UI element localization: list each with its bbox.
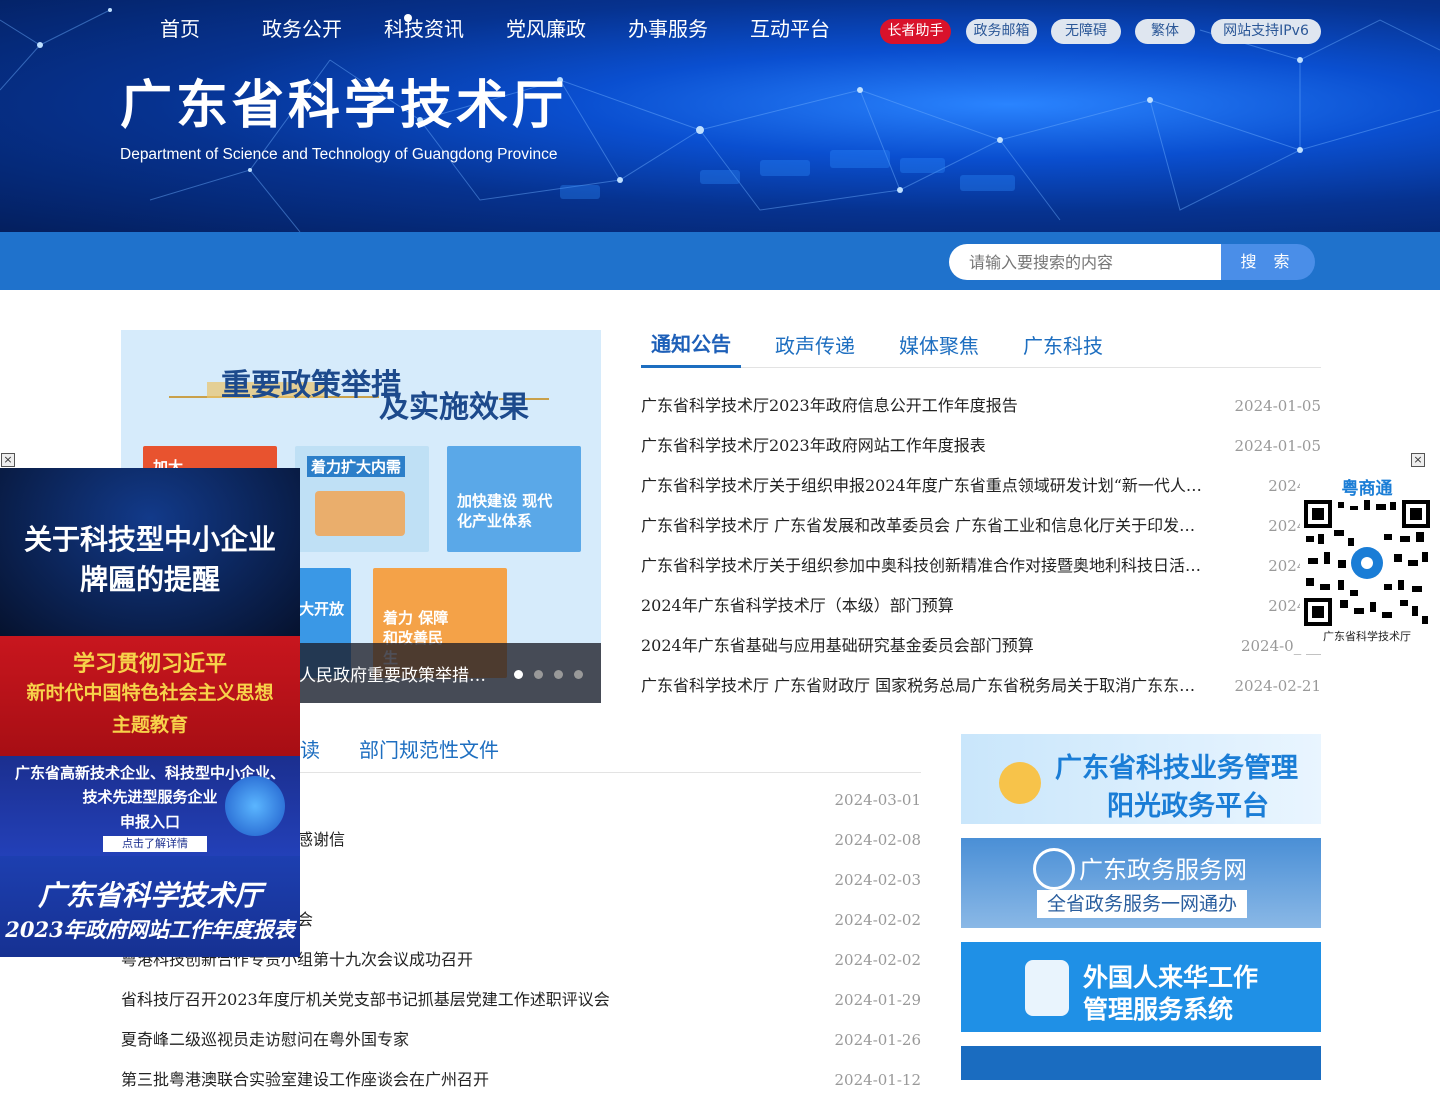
policy-card[interactable]: 着力扩大内需 [295,446,429,552]
floating-ad-column: 关于科技型中小企业 牌匾的提醒 学习贯彻习近平 新时代中国特色社会主义思想 主题… [0,468,300,957]
slide-title: 及实施效果 [379,390,529,425]
site-title: 广东省科学技术厅 [120,76,569,136]
notice-row[interactable]: 广东省科学技术厅2023年政府信息公开工作年度报告 2024-01-05 [641,386,1321,426]
tab-gd-tech[interactable]: 广东科技 [1023,330,1103,359]
list-item-date: 2024-02-02 [834,911,921,929]
nav-item-home[interactable]: 首页 [160,0,200,58]
list-item-title[interactable]: 省科技厅召开2023年度厅机关党支部书记抓基层党建工作述职评议会 [121,980,811,1020]
list-item-date: 2024-01-05 [1234,397,1321,415]
carousel-dot[interactable] [554,670,563,679]
news-row[interactable]: 第三批粤港澳联合实验室建设工作座谈会在广州召开 2024-01-12 [121,1060,921,1100]
banner-gd-gov-service[interactable]: 广东政务服务网 全省政务服务一网通办 [961,838,1321,928]
list-item-date: 2024-02-08 [834,831,921,849]
close-icon[interactable]: × [1411,453,1425,467]
list-item-date: 2024-01-12 [834,1071,921,1089]
notice-row[interactable]: 广东省科学技术厅 广东省发展和改革委员会 广东省工业和信息化厅关于印发… 2024… [641,506,1321,546]
close-icon[interactable]: × [1,453,15,467]
notice-row[interactable]: 广东省科学技术厅2023年政府网站工作年度报表 2024-01-05 [641,426,1321,466]
banner-sunshine-platform[interactable]: 广东省科技业务管理 阳光政务平台 [961,734,1321,824]
ad-theme-education[interactable]: 学习贯彻习近平 新时代中国特色社会主义思想 主题教育 [0,636,300,756]
ad-sme-plaque-reminder[interactable]: 关于科技型中小企业 牌匾的提醒 [0,468,300,636]
notice-row[interactable]: 广东省科学技术厅 广东省财政厅 国家税务总局广东省税务局关于取消广东东… 2024… [641,666,1321,706]
search-button[interactable]: 搜 索 [1221,244,1315,280]
nav-item-party-conduct[interactable]: 党风廉政 [506,0,586,58]
list-item-title[interactable]: 广东省科学技术厅 广东省财政厅 国家税务总局广东省税务局关于取消广东东… [641,666,1211,706]
list-item-title[interactable]: 第三批粤港澳联合实验室建设工作座谈会在广州召开 [121,1060,811,1100]
nav-item-services[interactable]: 办事服务 [628,0,708,58]
list-item-title[interactable]: 广东省科学技术厅关于组织参加中奥科技创新精准合作对接暨奥地利科技日活… [641,546,1211,586]
banner-foreigner-work[interactable]: 外国人来华工作 管理服务系统 [961,942,1321,1032]
tab-gov-voice[interactable]: 政声传递 [775,330,855,359]
tab-normative-documents[interactable]: 部门规范性文件 [359,734,499,763]
slide-title: 重要政策举措 [221,368,401,403]
tab-divider [641,367,1321,368]
notice-row[interactable]: 广东省科学技术厅关于组织参加中奥科技创新精准合作对接暨奥地利科技日活… 2024-… [641,546,1321,586]
notice-row[interactable]: 广东省科学技术厅关于组织申报2024年度广东省重点领域研发计划“新一代人… 202… [641,466,1321,506]
tab-interpretation[interactable]: 读 [300,734,320,763]
list-item-date: 2024-01-05 [1234,437,1321,455]
qr-label: 广东省科学技术厅 [1323,630,1411,643]
nav-item-gov-affairs[interactable]: 政务公开 [262,0,342,58]
sunshine-icon [999,762,1041,804]
ad-hightech-application[interactable]: 广东省高新技术企业、科技型中小企业、 技术先进型服务企业 申报入口 点击了解详情 [0,756,300,856]
accessibility-button[interactable]: 无障碍 [1051,19,1121,44]
carousel-dot[interactable] [574,670,583,679]
carousel-dot[interactable] [514,670,523,679]
list-item-title[interactable]: 广东省科学技术厅2023年政府网站工作年度报表 [641,426,1211,466]
nav-item-interaction[interactable]: 互动平台 [750,0,830,58]
traditional-chinese-button[interactable]: 繁体 [1135,19,1195,44]
news-row[interactable]: 省科技厅召开2023年度厅机关党支部书记抓基层党建工作述职评议会 2024-01-… [121,980,921,1020]
carousel-caption[interactable]: 人民政府重要政策举措… [299,661,486,686]
qr-widget: 粤商通 广东省科学技术厅 [1300,474,1434,648]
tab-notices[interactable]: 通知公告 [651,328,731,357]
list-item-title[interactable]: 夏奇峰二级巡视员走访慰问在粤外国专家 [121,1020,811,1060]
notice-row[interactable]: 2024年广东省基础与应用基础研究基金委员会部门预算 2024-0_ __ [641,626,1321,666]
gov-mail-button[interactable]: 政务邮箱 [966,19,1037,44]
qr-code-image [1304,500,1430,626]
list-item-title[interactable]: 广东省科学技术厅 广东省发展和改革委员会 广东省工业和信息化厅关于印发… [641,506,1211,546]
elder-assist-button[interactable]: 长者助手 [880,19,951,44]
list-item-date: 2024-01-26 [834,1031,921,1049]
news-row[interactable]: 夏奇峰二级巡视员走访慰问在粤外国专家 2024-01-26 [121,1020,921,1060]
list-item-date: 2024-03-01 [834,791,921,809]
qr-brand: 粤商通 [1341,479,1393,499]
tab-active-indicator [641,365,741,368]
carousel-dot[interactable] [534,670,543,679]
pinwheel-icon [1033,848,1075,890]
globe-icon [225,776,285,836]
list-item-title[interactable]: 2024年广东省科学技术厅（本级）部门预算 [641,586,1211,626]
list-item-date: 2024-02-02 [834,951,921,969]
list-item-date: 2024-01-29 [834,991,921,1009]
banner-more[interactable] [961,1046,1321,1080]
list-item-date: 2024-02-03 [834,871,921,889]
ad-website-annual-report[interactable]: 广东省科学技术厅 2023年政府网站工作年度报表 [0,856,300,957]
site-subtitle: Department of Science and Technology of … [120,146,558,163]
details-link[interactable]: 点击了解详情 [103,836,207,852]
tab-media-focus[interactable]: 媒体聚焦 [899,330,979,359]
policy-card[interactable]: 加快建设 现代化产业体系 [447,446,581,552]
search-box [949,244,1221,280]
notice-row[interactable]: 2024年广东省科学技术厅（本级）部门预算 2024-0 [641,586,1321,626]
list-item-date: 2024-02-21 [1234,677,1321,695]
nav-item-tech-news[interactable]: 科技资讯 [384,0,464,58]
list-item-title[interactable]: 2024年广东省基础与应用基础研究基金委员会部门预算 [641,626,1211,666]
list-item-title[interactable]: 广东省科学技术厅关于组织申报2024年度广东省重点领域研发计划“新一代人… [641,466,1211,506]
list-item-title[interactable]: 广东省科学技术厅2023年政府信息公开工作年度报告 [641,386,1211,426]
ipv6-support-button[interactable]: 网站支持IPv6 [1211,19,1321,44]
search-input[interactable] [949,244,1209,280]
person-id-icon [1025,960,1069,1016]
